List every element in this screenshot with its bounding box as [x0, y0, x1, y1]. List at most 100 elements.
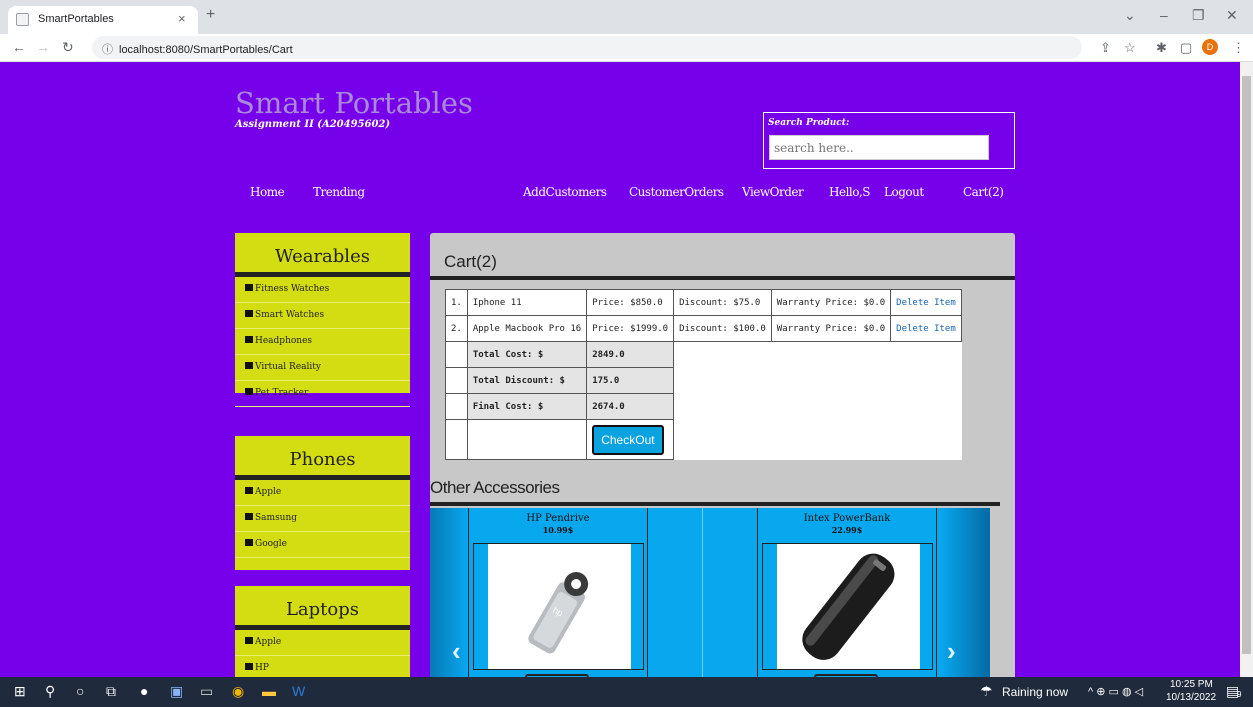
total-discount-value: 175.0	[586, 367, 675, 394]
nav-logout[interactable]: Logout	[884, 185, 924, 199]
site-info-icon[interactable]: ⓘ	[102, 44, 113, 56]
nav-home[interactable]: Home	[250, 185, 285, 199]
total-discount-label: Total Discount: $	[466, 367, 588, 394]
extensions-icon[interactable]: ✱	[1156, 40, 1167, 56]
word-icon[interactable]: W	[292, 683, 305, 699]
share-icon[interactable]: ⇪	[1100, 40, 1111, 56]
sidebar-item-hp[interactable]: HP	[235, 656, 410, 677]
file-explorer-icon[interactable]: ▬	[262, 683, 276, 699]
sidebar-laptops: Laptops Apple HP	[235, 586, 410, 677]
carousel-prev-icon[interactable]: ‹	[452, 636, 461, 667]
restore-icon[interactable]: ❐	[1192, 7, 1205, 24]
search-icon[interactable]: ⚲	[45, 683, 55, 700]
bullet-icon	[245, 388, 253, 395]
accessories-carousel: HP Pendrive 10.99$ hp Intex PowerBank 22…	[430, 508, 990, 677]
item-price: Price: $1999.0	[586, 315, 675, 342]
sidebar-item-apple[interactable]: Apple	[235, 480, 410, 506]
carousel-next-icon[interactable]: ›	[947, 636, 956, 667]
cart-title: Cart(2)	[444, 252, 497, 271]
nav-add-customers[interactable]: AddCustomers	[523, 185, 607, 199]
notification-count: 9	[1237, 690, 1242, 699]
minimize-icon[interactable]: –	[1160, 7, 1168, 23]
sidebar-item-apple[interactable]: Apple	[235, 630, 410, 656]
sidebar-heading-laptops: Laptops	[235, 586, 410, 630]
nav-customer-orders[interactable]: CustomerOrders	[629, 185, 724, 199]
task-view-icon[interactable]: ⧉	[106, 683, 116, 700]
site-logo[interactable]: Smart Portables	[235, 86, 473, 120]
accessory-image: hp	[473, 543, 644, 670]
app-icon[interactable]: ▣	[170, 683, 183, 700]
power-bank-image	[802, 553, 895, 660]
nav-hello-user[interactable]: Hello,S	[829, 185, 871, 199]
accessory-card[interactable]: HP Pendrive 10.99$ hp	[468, 508, 648, 677]
url-bar[interactable]: ⓘ localhost:8080/SmartPortables/Cart	[92, 36, 1082, 59]
bullet-icon	[245, 513, 253, 520]
item-name: Apple Macbook Pro 16	[466, 315, 588, 342]
browser-tab-bar: SmartPortables × + ⌄ – ❐ ✕	[0, 0, 1253, 34]
page-scrollbar[interactable]	[1240, 62, 1253, 677]
bullet-icon	[245, 487, 253, 494]
sidebar-item-smart-watches[interactable]: Smart Watches	[235, 303, 410, 329]
sidebar-item-pet-tracker[interactable]: Pet Tracker	[235, 381, 410, 407]
system-tray-icons[interactable]: ^ ⊕ ▭ ◍ ◁	[1088, 685, 1143, 698]
side-panel-icon[interactable]: ▢	[1180, 40, 1192, 56]
accessory-name: Intex PowerBank	[803, 513, 891, 524]
cortana-icon[interactable]: ○	[76, 683, 84, 699]
total-cost-row: Total Cost: $ 2849.0	[445, 341, 962, 368]
site-subtitle: Assignment II (A20495602)	[235, 119, 391, 130]
sidebar-phones: Phones Apple Samsung Google	[235, 436, 410, 570]
cart-table: 1. Iphone 11 Price: $850.0 Discount: $75…	[445, 289, 962, 460]
nav-view-order[interactable]: ViewOrder	[742, 185, 804, 199]
checkout-button[interactable]: CheckOut	[592, 424, 664, 455]
delete-item-link[interactable]: Delete Item	[896, 298, 956, 308]
cart-panel: Cart(2) 1. Iphone 11 Price: $850.0 Disco…	[430, 233, 1015, 677]
bookmark-star-icon[interactable]: ☆	[1124, 40, 1136, 56]
reload-icon[interactable]: ↻	[62, 39, 74, 56]
back-icon[interactable]: ←	[12, 39, 26, 55]
browser-tab[interactable]: SmartPortables ×	[8, 6, 198, 34]
item-discount: Discount: $100.0	[673, 315, 772, 342]
tab-search-icon[interactable]: ⌄	[1124, 7, 1136, 24]
weather-icon[interactable]: ☂	[980, 683, 993, 700]
bullet-icon	[245, 663, 253, 670]
mongodb-compass-icon[interactable]: ●	[140, 683, 148, 699]
chrome-icon[interactable]: ◉	[232, 683, 244, 700]
total-cost-value: 2849.0	[586, 341, 675, 368]
search-input[interactable]	[769, 135, 989, 160]
sidebar-item-fitness-watches[interactable]: Fitness Watches	[235, 277, 410, 303]
sidebar-item-virtual-reality[interactable]: Virtual Reality	[235, 355, 410, 381]
page-content: Smart Portables Assignment II (A20495602…	[0, 62, 1240, 677]
table-row: 1. Iphone 11 Price: $850.0 Discount: $75…	[445, 289, 962, 316]
sidebar-item-google[interactable]: Google	[235, 532, 410, 558]
sidebar-item-samsung[interactable]: Samsung	[235, 506, 410, 532]
divider	[430, 502, 1000, 506]
accessory-card[interactable]: Intex PowerBank 22.99$	[757, 508, 937, 677]
sidebar-item-headphones[interactable]: Headphones	[235, 329, 410, 355]
tab-close-button[interactable]: ×	[178, 11, 186, 26]
item-name: Iphone 11	[466, 289, 588, 316]
bullet-icon	[245, 362, 253, 369]
clock-date[interactable]: 10/13/2022	[1166, 692, 1216, 703]
table-row: 2. Apple Macbook Pro 16 Price: $1999.0 D…	[445, 315, 962, 342]
menu-icon[interactable]: ⋮	[1232, 40, 1245, 56]
profile-avatar[interactable]: D	[1202, 39, 1218, 55]
window-close-icon[interactable]: ✕	[1226, 7, 1238, 24]
delete-item-link[interactable]: Delete Item	[896, 324, 956, 334]
accessory-price: 10.99$	[542, 525, 574, 535]
usb-drive-image: hp	[528, 572, 589, 654]
nav-cart[interactable]: Cart(2)	[963, 185, 1004, 199]
item-discount: Discount: $75.0	[673, 289, 772, 316]
weather-text[interactable]: Raining now	[1002, 685, 1068, 699]
address-toolbar: ← → ↻ ⓘ localhost:8080/SmartPortables/Car…	[0, 34, 1253, 62]
forward-icon[interactable]: →	[36, 39, 50, 55]
new-tab-button[interactable]: +	[206, 6, 215, 24]
clock-time[interactable]: 10:25 PM	[1170, 679, 1213, 690]
final-cost-row: Final Cost: $ 2674.0	[445, 393, 962, 420]
final-cost-label: Final Cost: $	[466, 393, 588, 420]
nav-trending[interactable]: Trending	[313, 185, 365, 199]
total-discount-row: Total Discount: $ 175.0	[445, 367, 962, 394]
start-icon[interactable]: ⊞	[14, 683, 26, 700]
sidebar-wearables: Wearables Fitness Watches Smart Watches …	[235, 233, 410, 407]
sidebar-heading-phones: Phones	[235, 436, 410, 480]
terminal-icon[interactable]: ▭	[200, 683, 213, 700]
